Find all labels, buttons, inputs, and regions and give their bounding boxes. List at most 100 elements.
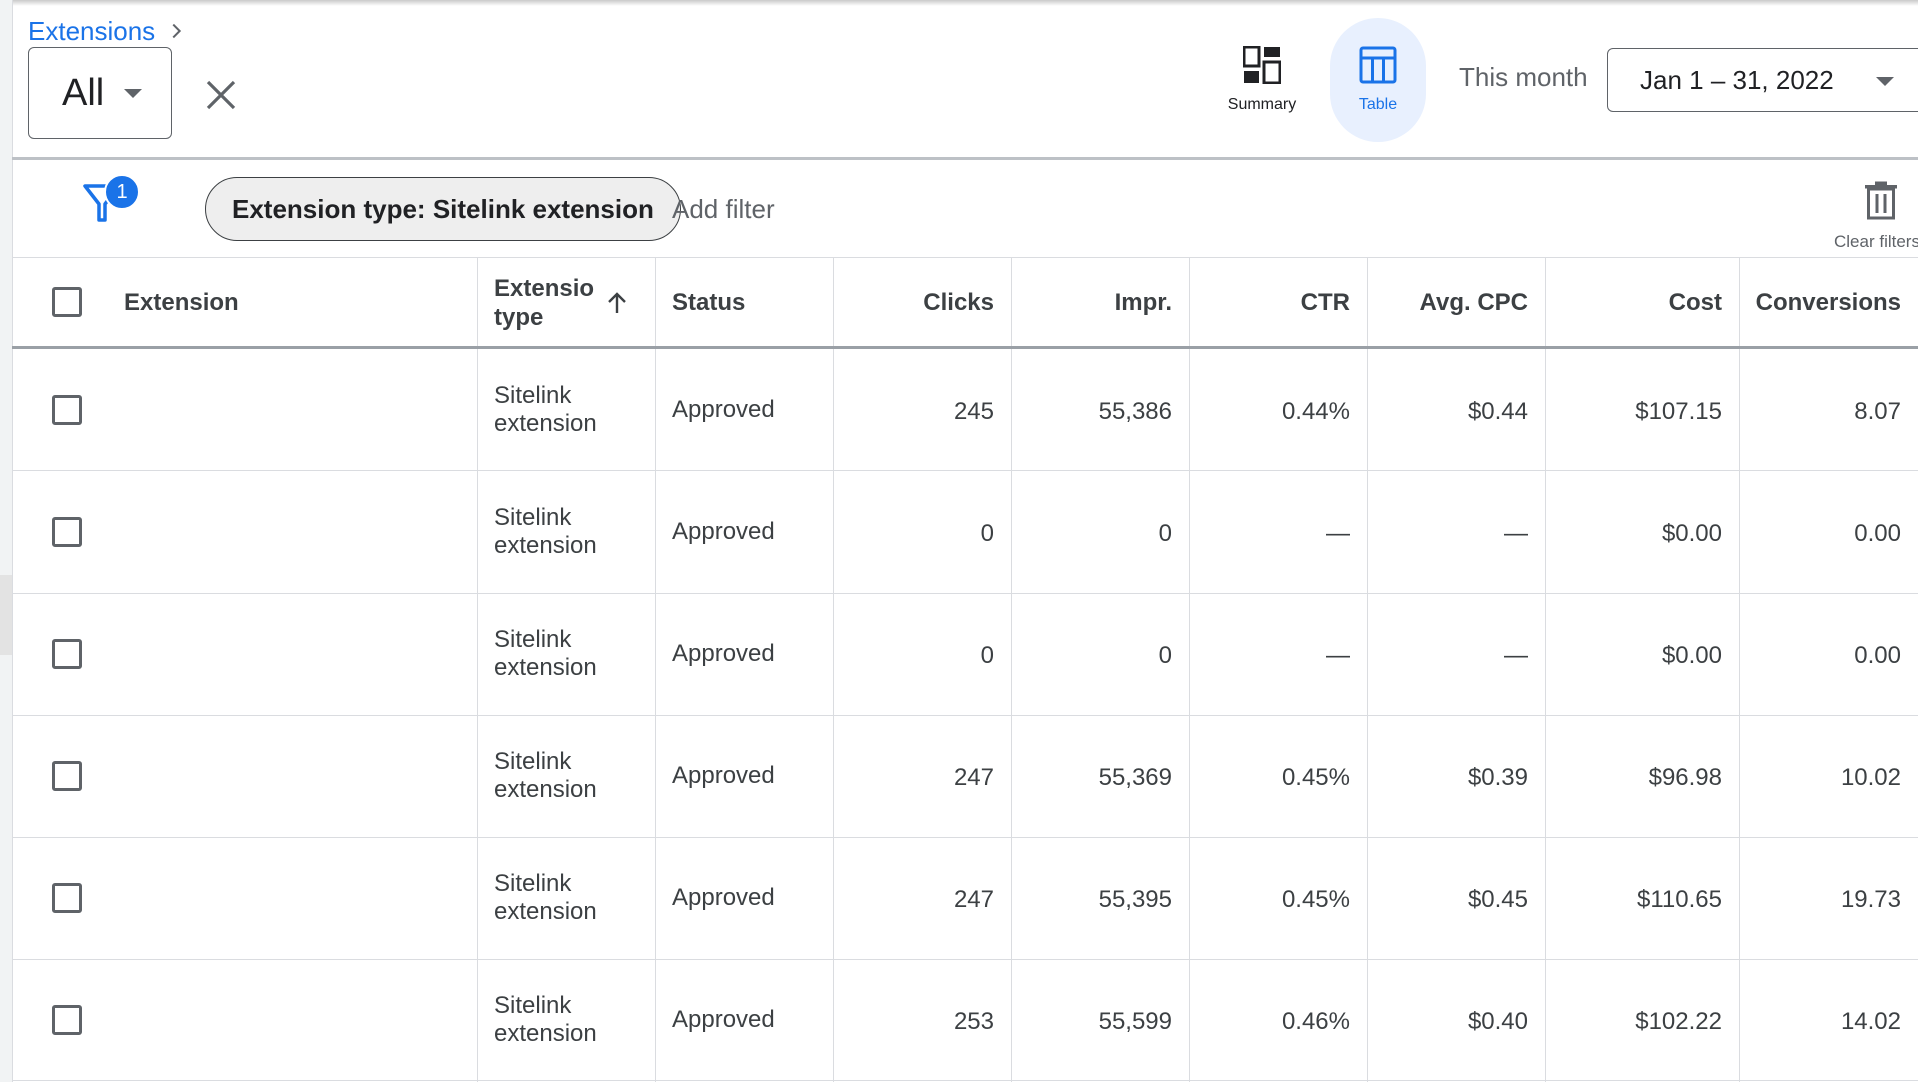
- cell-impr: 55,599: [1098, 1008, 1172, 1035]
- cell-conversions: 0.00: [1854, 520, 1901, 547]
- cell-ctr: —: [1326, 642, 1350, 669]
- row-checkbox[interactable]: [52, 1005, 82, 1035]
- cell-conversions: 19.73: [1840, 886, 1901, 913]
- cell-clicks: 247: [953, 886, 994, 913]
- column-header-extension-type[interactable]: Extensio type: [494, 258, 644, 347]
- column-header-status[interactable]: Status: [672, 258, 832, 347]
- top-shadow: [0, 0, 1918, 6]
- row-divider: [12, 593, 1918, 594]
- cell-ctr: 0.45%: [1281, 886, 1350, 913]
- close-icon[interactable]: [202, 76, 240, 114]
- row-checkbox[interactable]: [52, 517, 82, 547]
- cell-impr: 55,386: [1098, 398, 1172, 425]
- left-scroll-strip: [0, 0, 13, 1082]
- trash-icon[interactable]: [1863, 180, 1899, 220]
- table-icon: [1359, 46, 1397, 84]
- table-header-divider: [12, 346, 1918, 349]
- cell-status: Approved: [672, 640, 775, 667]
- row-divider: [12, 837, 1918, 838]
- cell-cost: $0.00: [1661, 642, 1722, 669]
- column-header-ctr[interactable]: CTR: [1190, 258, 1350, 347]
- cell-extension-type: Sitelink extension: [494, 504, 597, 559]
- row-divider: [12, 959, 1918, 960]
- cell-extension-type: Sitelink extension: [494, 748, 597, 803]
- scope-dropdown-value: All: [62, 71, 105, 114]
- date-range-value: Jan 1 – 31, 2022: [1640, 64, 1834, 95]
- side-scroll-handle[interactable]: [0, 575, 12, 655]
- cell-status: Approved: [672, 762, 775, 789]
- cell-avg-cpc: $0.40: [1467, 1008, 1528, 1035]
- column-header-impr[interactable]: Impr.: [1012, 258, 1172, 347]
- cell-cost: $0.00: [1661, 520, 1722, 547]
- date-range-label: This month: [1459, 62, 1588, 92]
- summary-view-button[interactable]: Summary: [1214, 18, 1310, 142]
- column-header-extension-type-line1: Extensio: [494, 274, 594, 302]
- cell-ctr: 0.44%: [1281, 398, 1350, 425]
- cell-status: Approved: [672, 518, 775, 545]
- cell-clicks: 0: [980, 520, 994, 547]
- row-checkbox[interactable]: [52, 883, 82, 913]
- cell-impr: 55,395: [1098, 886, 1172, 913]
- chevron-right-icon: [172, 23, 182, 39]
- cell-clicks: 247: [953, 764, 994, 791]
- cell-conversions: 8.07: [1854, 398, 1901, 425]
- extensions-page: Extensions All Summary Table This month …: [0, 0, 1918, 1082]
- dashboard-icon: [1243, 46, 1281, 84]
- cell-avg-cpc: —: [1504, 520, 1528, 547]
- sort-arrow-up-icon: [608, 291, 626, 313]
- cell-status: Approved: [672, 396, 775, 423]
- dropdown-caret-icon: [124, 88, 143, 98]
- column-header-clicks[interactable]: Clicks: [834, 258, 994, 347]
- date-range-dropdown[interactable]: Jan 1 – 31, 2022: [1607, 48, 1918, 112]
- cell-clicks: 245: [953, 398, 994, 425]
- clear-filters-button[interactable]: Clear filters: [1834, 232, 1918, 252]
- row-checkbox[interactable]: [52, 761, 82, 791]
- cell-extension-type: Sitelink extension: [494, 382, 597, 437]
- cell-status: Approved: [672, 884, 775, 911]
- row-divider: [12, 470, 1918, 471]
- cell-conversions: 10.02: [1840, 764, 1901, 791]
- cell-extension-type: Sitelink extension: [494, 992, 597, 1047]
- cell-extension-type: Sitelink extension: [494, 626, 597, 681]
- cell-impr: 55,369: [1098, 764, 1172, 791]
- column-header-extension-type-line2: type: [494, 303, 544, 331]
- table-view-label: Table: [1358, 96, 1398, 113]
- table-view-button[interactable]: Table: [1330, 18, 1426, 142]
- cell-avg-cpc: $0.45: [1467, 886, 1528, 913]
- header-divider: [12, 157, 1918, 160]
- cell-cost: $96.98: [1648, 764, 1722, 791]
- cell-impr: 0: [1158, 520, 1172, 547]
- add-filter-button[interactable]: Add filter: [672, 194, 775, 225]
- column-header-extension[interactable]: Extension: [124, 258, 464, 347]
- row-divider: [12, 1080, 1918, 1081]
- column-header-conversions[interactable]: Conversions: [1740, 258, 1901, 347]
- breadcrumb: Extensions: [28, 14, 187, 48]
- row-checkbox[interactable]: [52, 395, 82, 425]
- cell-avg-cpc: $0.44: [1467, 398, 1528, 425]
- cell-cost: $102.22: [1635, 1008, 1722, 1035]
- filter-count-badge: 1: [104, 174, 140, 210]
- cell-impr: 0: [1158, 642, 1172, 669]
- column-header-cost[interactable]: Cost: [1546, 258, 1722, 347]
- cell-ctr: 0.45%: [1281, 764, 1350, 791]
- cell-ctr: 0.46%: [1281, 1008, 1350, 1035]
- cell-avg-cpc: —: [1504, 642, 1528, 669]
- cell-conversions: 14.02: [1840, 1008, 1901, 1035]
- cell-avg-cpc: $0.39: [1467, 764, 1528, 791]
- row-divider: [12, 715, 1918, 716]
- filter-chip-extension-type[interactable]: Extension type: Sitelink extension: [205, 177, 681, 241]
- summary-view-label: Summary: [1227, 96, 1297, 113]
- cell-extension-type: Sitelink extension: [494, 870, 597, 925]
- column-header-avg-cpc[interactable]: Avg. CPC: [1368, 258, 1528, 347]
- cell-status: Approved: [672, 1006, 775, 1033]
- scope-dropdown[interactable]: All: [28, 47, 172, 139]
- dropdown-caret-icon: [1876, 77, 1894, 86]
- cell-cost: $107.15: [1635, 398, 1722, 425]
- cell-ctr: —: [1326, 520, 1350, 547]
- row-checkbox[interactable]: [52, 639, 82, 669]
- cell-clicks: 0: [980, 642, 994, 669]
- cell-conversions: 0.00: [1854, 642, 1901, 669]
- cell-clicks: 253: [953, 1008, 994, 1035]
- select-all-checkbox[interactable]: [52, 287, 82, 317]
- breadcrumb-link-extensions[interactable]: Extensions: [28, 16, 155, 47]
